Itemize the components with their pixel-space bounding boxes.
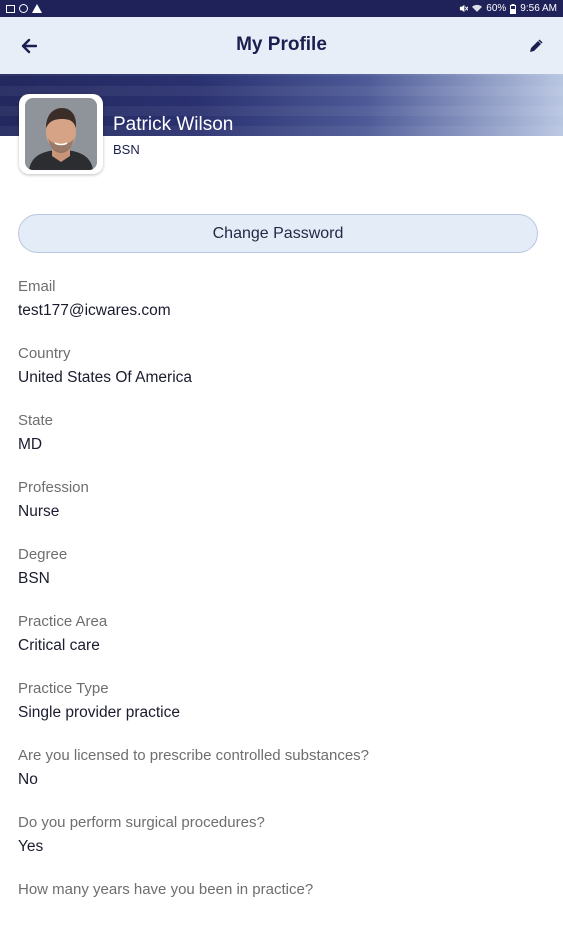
- avatar-photo-icon: [25, 98, 97, 170]
- field-label: Country: [18, 345, 71, 362]
- status-bar-notifications: [0, 4, 42, 13]
- field-value: Yes: [18, 838, 44, 855]
- field-label: Are you licensed to prescribe controlled…: [18, 747, 370, 764]
- field-label: Practice Area: [18, 613, 108, 630]
- field-degree: Degree BSN: [18, 545, 548, 612]
- clock: 9:56 AM: [520, 3, 557, 14]
- field-practice-area: Practice Area Critical care: [18, 612, 548, 679]
- app-bar: My Profile: [0, 17, 563, 74]
- field-label: State: [18, 412, 54, 429]
- field-label: Do you perform surgical procedures?: [18, 814, 265, 831]
- field-value: United States Of America: [18, 369, 193, 386]
- field-controlled-substances: Are you licensed to prescribe controlled…: [18, 746, 548, 813]
- field-value: Critical care: [18, 637, 100, 654]
- user-name: Patrick Wilson: [113, 114, 234, 135]
- field-value: MD: [18, 436, 43, 453]
- change-password-button[interactable]: Change Password: [18, 214, 538, 253]
- page-title: My Profile: [236, 34, 327, 55]
- field-value: Nurse: [18, 503, 60, 520]
- field-surgical-procedures: Do you perform surgical procedures? Yes: [18, 813, 548, 880]
- field-value: BSN: [18, 570, 50, 587]
- field-years-in-practice: How many years have you been in practice…: [18, 880, 548, 947]
- wifi-icon: [472, 4, 483, 12]
- field-state: State MD: [18, 411, 548, 478]
- field-label: Email: [18, 278, 56, 295]
- user-degree: BSN: [113, 142, 140, 157]
- status-bar: 60% 9:56 AM: [0, 0, 563, 17]
- avatar-frame: [19, 94, 103, 174]
- field-value: No: [18, 771, 38, 788]
- field-profession: Profession Nurse: [18, 478, 548, 545]
- field-value: Single provider practice: [18, 704, 180, 721]
- battery-icon: [510, 3, 517, 14]
- field-country: Country United States Of America: [18, 344, 548, 411]
- warning-notification-icon: [32, 4, 42, 13]
- field-label: Practice Type: [18, 680, 109, 697]
- avatar: [25, 98, 97, 170]
- profile-fields: Email test177@icwares.com Country United…: [18, 277, 548, 947]
- edit-profile-button[interactable]: [521, 31, 551, 61]
- field-label: Degree: [18, 546, 68, 563]
- sync-notification-icon: [19, 4, 28, 13]
- pencil-icon: [530, 39, 543, 52]
- status-bar-system: 60% 9:56 AM: [459, 3, 563, 14]
- field-value: test177@icwares.com: [18, 302, 171, 319]
- mute-icon: [460, 4, 469, 13]
- field-practice-type: Practice Type Single provider practice: [18, 679, 548, 746]
- image-notification-icon: [6, 4, 15, 13]
- field-email: Email test177@icwares.com: [18, 277, 548, 344]
- field-label: Profession: [18, 479, 89, 496]
- field-label: How many years have you been in practice…: [18, 881, 314, 898]
- battery-percent: 60%: [486, 3, 507, 14]
